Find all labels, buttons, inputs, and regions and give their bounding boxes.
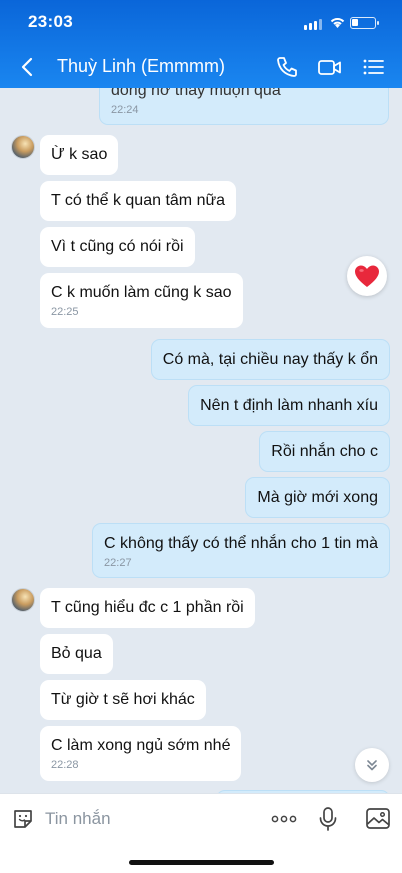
signal-icon — [304, 18, 322, 30]
message-text: C làm xong ngủ sớm nhé — [51, 737, 231, 754]
message-bubble[interactable]: C làm xong ngủ sớm nhé 22:28 — [40, 726, 242, 781]
message-bubble[interactable]: Ừ k sao — [40, 135, 119, 175]
message-bubble[interactable]: Có mà, tại chiều nay thấy k ổn — [150, 339, 390, 380]
message-text: Mà giờ mới xong — [257, 489, 378, 506]
message-text: T có thể k quan tâm nữa — [51, 192, 226, 209]
double-chevron-down-icon — [367, 760, 377, 771]
message-time: 22:28 — [51, 759, 79, 771]
message-text: Rồi nhắn cho c — [271, 443, 378, 460]
message-text: Có mà, tại chiều nay thấy k ổn — [162, 351, 378, 368]
back-chevron-icon[interactable] — [16, 55, 38, 79]
message-list[interactable]: đông hơ thấy muộn quá 22:24 Ừ k sao T có… — [0, 88, 402, 793]
message-bubble[interactable]: C không thấy có thể nhắn cho 1 tin mà 22… — [92, 523, 390, 578]
message-bubble[interactable]: Nên t định làm nhanh xíu — [188, 385, 390, 426]
status-time: 23:03 — [28, 12, 73, 31]
message-text: C không thấy có thể nhắn cho 1 tin mà — [104, 535, 378, 552]
message-time: 22:27 — [104, 557, 132, 569]
message-text: Bỏ qua — [51, 645, 102, 662]
contact-avatar[interactable] — [11, 588, 35, 612]
contact-avatar[interactable] — [11, 135, 35, 159]
sticker-icon[interactable] — [11, 806, 35, 832]
message-input[interactable]: Tin nhắn — [45, 809, 111, 829]
message-text: T cũng hiểu đc c 1 phần rồi — [51, 599, 244, 616]
battery-icon — [350, 17, 379, 29]
message-text: Nên t định làm nhanh xíu — [200, 397, 378, 414]
menu-list-icon[interactable] — [361, 54, 387, 80]
message-bubble[interactable]: T cũng hiểu đc c 1 phần rồi — [40, 588, 255, 628]
message-text: Từ giờ t sẽ hơi khác — [51, 691, 195, 708]
message-input-bar: Tin nhắn — [0, 793, 402, 873]
message-time: 22:25 — [51, 306, 79, 318]
contact-name[interactable]: Thuỳ Linh (Emmmm) — [57, 56, 225, 77]
message-text: đông hơ thấy muộn quá — [111, 88, 281, 99]
message-bubble[interactable]: Bỏ qua — [40, 634, 113, 674]
phone-call-icon[interactable] — [274, 54, 300, 80]
more-options-icon[interactable] — [270, 806, 298, 832]
message-text: Ừ k sao — [51, 146, 108, 163]
message-bubble[interactable]: Từ giờ t sẽ hơi khác — [40, 680, 206, 720]
heart-reaction[interactable] — [347, 256, 387, 296]
message-text: Vì t cũng có nói rồi — [51, 238, 184, 255]
image-gallery-icon[interactable] — [365, 806, 391, 832]
home-indicator — [129, 860, 274, 865]
wifi-icon — [330, 18, 345, 28]
video-call-icon[interactable] — [317, 54, 343, 80]
message-bubble[interactable]: C k muốn làm cũng k sao 22:25 — [40, 273, 243, 328]
message-bubble[interactable]: Rồi nhắn cho c — [259, 431, 390, 472]
status-bar: 23:03 — [0, 12, 402, 34]
nav-bar: Thuỳ Linh (Emmmm) — [0, 52, 402, 82]
chat-header: 23:03 Thuỳ Linh (Emmmm) — [0, 0, 402, 88]
scroll-to-bottom-button[interactable] — [355, 748, 389, 782]
message-bubble[interactable]: Vì t cũng có nói rồi — [40, 227, 195, 267]
heart-icon — [355, 265, 379, 287]
message-bubble[interactable]: Mà giờ mới xong — [245, 477, 390, 518]
message-bubble[interactable]: đông hơ thấy muộn quá 22:24 — [99, 88, 389, 125]
message-text: C k muốn làm cũng k sao — [51, 284, 232, 301]
message-bubble[interactable]: T có thể k quan tâm nữa — [40, 181, 237, 221]
message-time: 22:24 — [111, 104, 139, 116]
microphone-icon[interactable] — [318, 806, 338, 832]
